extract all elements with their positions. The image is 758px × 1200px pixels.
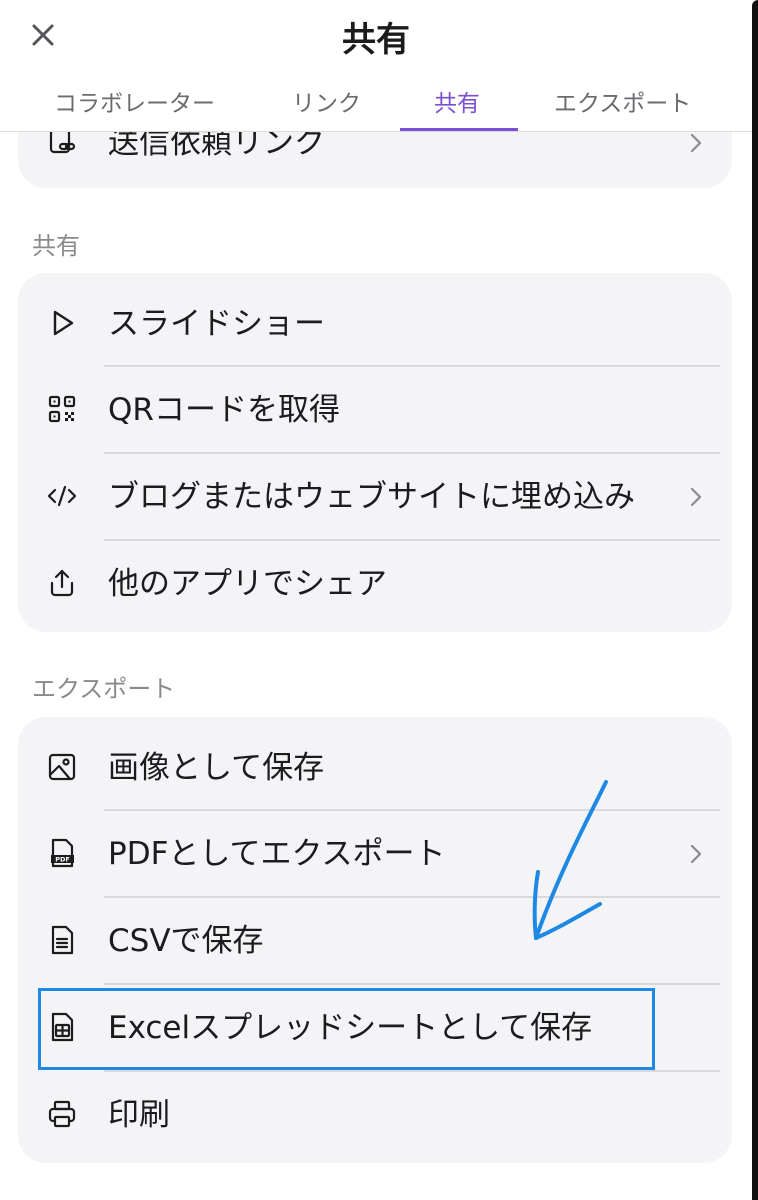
pdf-icon: PDF xyxy=(46,837,78,869)
menu-item-label: CSVで保存 xyxy=(108,923,264,959)
code-icon xyxy=(46,480,78,512)
share-icon xyxy=(46,567,78,599)
menu-item-label: 印刷 xyxy=(108,1097,170,1133)
menu-item-label: ブログまたはウェブサイトに埋め込み xyxy=(108,479,635,515)
menu-item-label: QRコードを取得 xyxy=(108,392,340,428)
chevron-right-icon xyxy=(686,838,706,870)
menu-item-qr-code[interactable]: QRコードを取得 xyxy=(18,367,732,453)
tab-share[interactable]: 共有 xyxy=(434,84,480,118)
printer-icon xyxy=(46,1098,78,1130)
page-title: 共有 xyxy=(342,20,410,60)
image-icon xyxy=(46,751,78,783)
active-tab-indicator xyxy=(400,128,518,131)
sheet-header: 共有 コラボレーター リンク 共有 エクスポート xyxy=(0,0,752,132)
menu-item-embed[interactable]: ブログまたはウェブサイトに埋め込み xyxy=(18,454,732,540)
device-edge xyxy=(752,0,758,1200)
menu-item-label: 画像として保存 xyxy=(108,750,325,786)
menu-item-print[interactable]: 印刷 xyxy=(18,1072,732,1158)
section-title-share: 共有 xyxy=(32,232,80,260)
menu-item-save-csv[interactable]: CSVで保存 xyxy=(18,898,732,984)
export-card: 画像として保存 PDF PDFとしてエクスポート CSVで保存 Excelスプレ… xyxy=(18,717,732,1163)
play-icon xyxy=(46,307,78,339)
share-card: スライドショー QRコードを取得 ブログまたはウェブサイトに埋め込み 他のアプリ… xyxy=(18,273,732,632)
chevron-right-icon xyxy=(686,481,706,513)
qr-code-icon xyxy=(46,393,78,425)
tab-export[interactable]: エクスポート xyxy=(554,84,691,118)
tab-collaborators[interactable]: コラボレーター xyxy=(54,84,215,118)
annotation-arrow xyxy=(532,780,608,940)
svg-text:PDF: PDF xyxy=(55,856,70,864)
document-icon xyxy=(46,924,78,956)
highlight-box xyxy=(38,988,655,1070)
menu-item-slideshow[interactable]: スライドショー xyxy=(18,281,732,367)
tab-link[interactable]: リンク xyxy=(292,84,361,118)
section-title-export: エクスポート xyxy=(32,675,176,703)
menu-item-export-pdf[interactable]: PDF PDFとしてエクスポート xyxy=(18,811,732,897)
menu-item-label: PDFとしてエクスポート xyxy=(108,836,446,872)
menu-item-label: スライドショー xyxy=(108,306,325,342)
share-sheet: 送信依頼リンク 共有 スライドショー QRコードを取得 ブログまたはウェブサイト… xyxy=(0,0,758,1200)
menu-item-save-image[interactable]: 画像として保存 xyxy=(18,725,732,811)
menu-item-share-other-apps[interactable]: 他のアプリでシェア xyxy=(18,541,732,627)
menu-item-label: 他のアプリでシェア xyxy=(108,566,387,602)
